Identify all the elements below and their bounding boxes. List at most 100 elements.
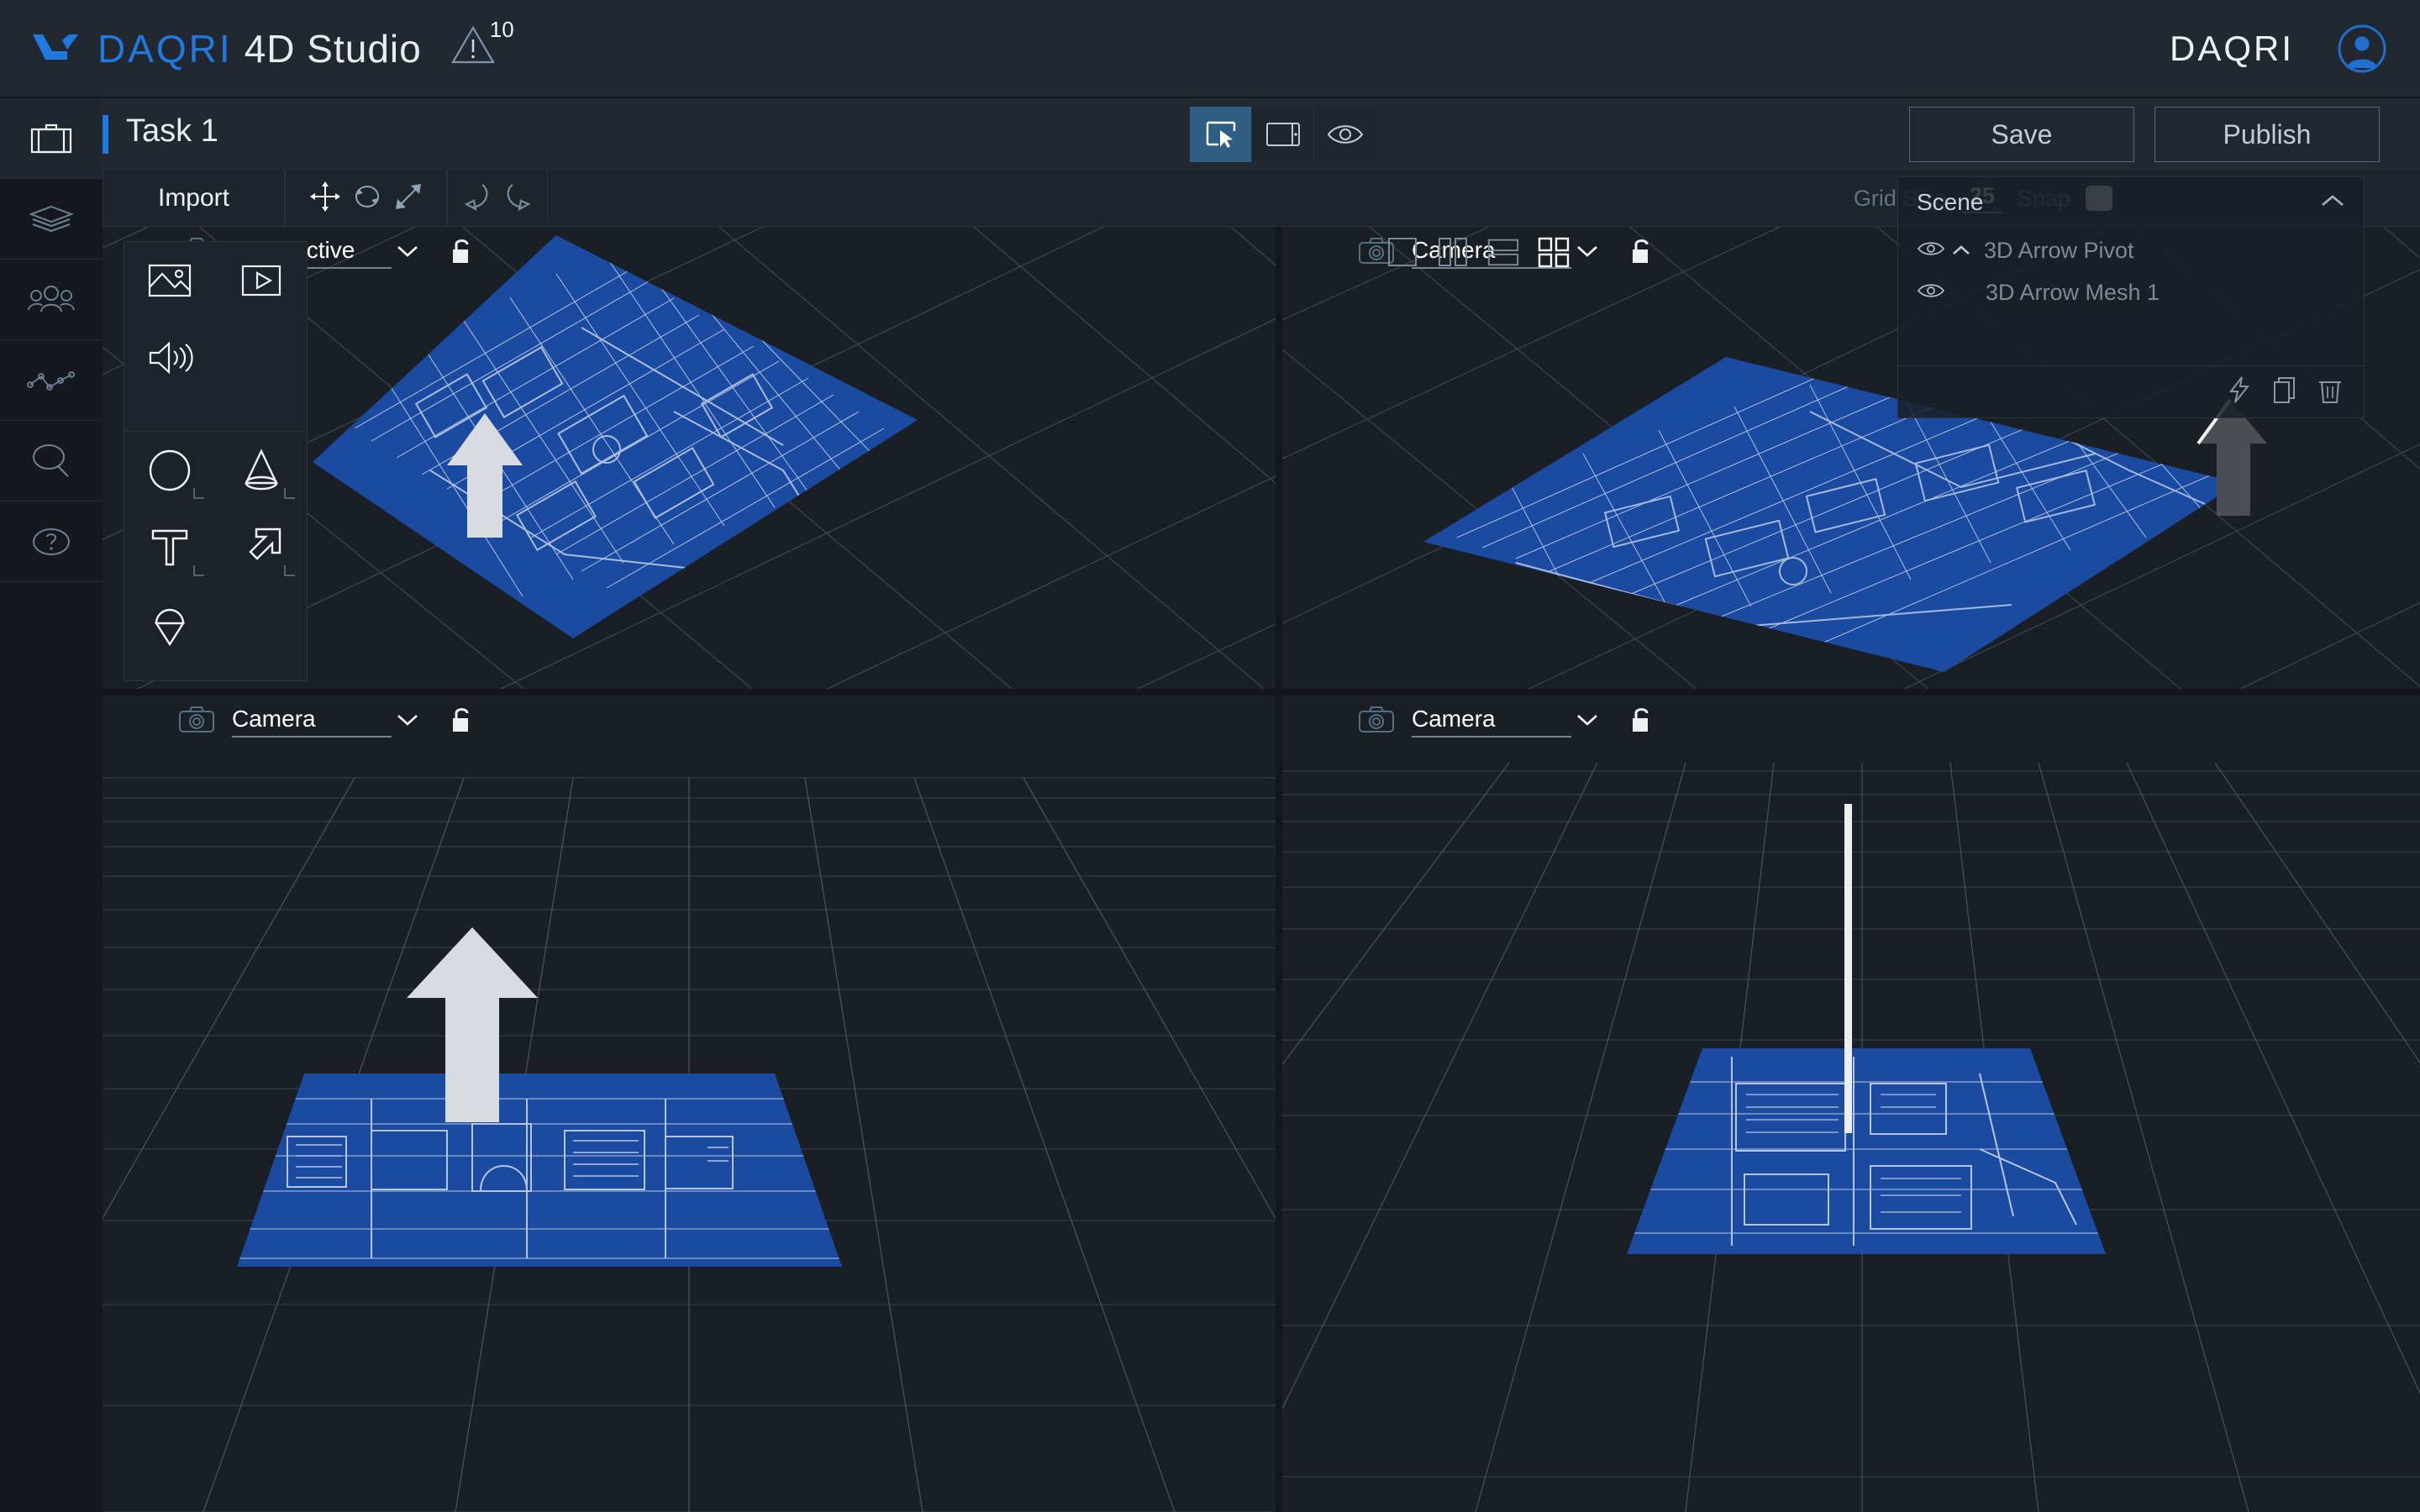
sidebar-item-analytics[interactable] (0, 340, 103, 421)
eye-preview-icon (1327, 125, 1364, 144)
undo-button[interactable] (462, 181, 491, 217)
chevron-down-icon[interactable] (395, 711, 420, 732)
viewport-header-bl: Camera (103, 696, 1276, 748)
line-chart-icon (27, 370, 75, 391)
scene-action-duplicate[interactable] (2273, 375, 2296, 408)
import-primitives-panel (124, 432, 308, 681)
add-arrow[interactable] (216, 509, 308, 586)
add-sphere[interactable] (124, 432, 216, 509)
eye-visible-icon[interactable] (1917, 240, 1947, 261)
viewport-bottom-left[interactable] (103, 696, 1276, 1512)
history-tool-group (447, 170, 548, 227)
cone-icon (244, 449, 278, 491)
viewport-bottom-right[interactable] (1282, 696, 2420, 1512)
warning-indicator[interactable]: 10 (450, 17, 514, 74)
import-video[interactable] (216, 242, 308, 319)
mode-preview[interactable] (1314, 107, 1376, 162)
header-right-block: DAQRI (2170, 24, 2420, 73)
layout-two-rows-icon (1487, 239, 1519, 266)
camera-select-br[interactable]: Camera (1412, 706, 1571, 738)
chevron-down-icon[interactable] (395, 243, 420, 264)
import-label: Import (157, 184, 230, 212)
warning-count-badge: 10 (489, 16, 514, 42)
view-mode-group (1190, 107, 1376, 162)
scene-panel-header: Scene (1898, 177, 2364, 228)
scene-item-label: 3D Arrow Mesh 1 (1986, 279, 2160, 305)
import-button[interactable]: Import (103, 170, 285, 227)
tool-scale[interactable] (392, 181, 424, 217)
layout-button-group (1385, 235, 1571, 269)
arrow-expand-corner-icon[interactable] (284, 565, 295, 576)
layout-two-columns[interactable] (1435, 235, 1470, 269)
scene-item-label: 3D Arrow Pivot (1984, 237, 2134, 263)
tool-move[interactable] (308, 180, 342, 218)
eye-visible-icon[interactable] (1917, 282, 1947, 303)
unlocked-padlock-icon[interactable] (1630, 237, 1652, 270)
layers-icon (29, 205, 74, 232)
layout-quad-icon (1538, 237, 1570, 268)
sphere-expand-corner-icon[interactable] (192, 488, 204, 499)
unlocked-padlock-icon[interactable] (450, 706, 472, 738)
brand-name-primary: DAQRI (97, 26, 233, 71)
arrow-3d-object-tl[interactable] (439, 410, 531, 544)
camera-select-bl[interactable]: Camera (232, 706, 392, 738)
add-marker[interactable] (124, 586, 216, 664)
header-actions: Save Publish (1909, 107, 2380, 162)
mode-edit[interactable] (1190, 107, 1252, 162)
tool-rotate[interactable] (350, 180, 384, 218)
transform-tool-group (285, 170, 447, 227)
cone-expand-corner-icon[interactable] (284, 488, 295, 499)
brand-name-right: DAQRI (2169, 28, 2294, 68)
sidebar-item-search[interactable] (0, 421, 103, 501)
app-header: DAQRI 4D Studio 10 DAQRI (0, 0, 2420, 98)
sidebar-item-team[interactable] (0, 260, 103, 340)
scene-hierarchy-panel: Scene 3D Arrow Pivot 3D Arrow Mesh 1 (1897, 176, 2365, 418)
import-image[interactable] (124, 242, 216, 319)
mode-device-preview[interactable] (1252, 107, 1314, 162)
arrow-3d-object-br[interactable] (1833, 801, 1866, 1137)
add-text[interactable] (124, 509, 216, 586)
add-cone[interactable] (216, 432, 308, 509)
redo-button[interactable] (504, 181, 533, 217)
import-row-media-2 (124, 319, 307, 396)
tablet-device-icon (1265, 123, 1300, 146)
layout-single[interactable] (1385, 235, 1420, 269)
brand-block: DAQRI 4D Studio 10 (0, 17, 514, 74)
chevron-down-icon[interactable] (1575, 243, 1600, 264)
layout-quad[interactable] (1536, 235, 1571, 269)
scene-action-delete[interactable] (2318, 375, 2342, 408)
camera-icon (1358, 705, 1395, 739)
scene-item-arrow-mesh[interactable]: 3D Arrow Mesh 1 (1898, 271, 2364, 313)
user-avatar-icon[interactable] (2338, 24, 2386, 73)
warning-triangle-icon (450, 25, 495, 63)
redo-arrow-icon (507, 183, 531, 211)
people-group-icon (28, 285, 75, 312)
primitive-empty-slot (216, 586, 308, 664)
sidebar-item-projects[interactable] (0, 98, 103, 179)
sidebar-item-help[interactable] (0, 501, 103, 582)
scene-action-trigger[interactable] (2228, 375, 2251, 408)
scene-item-arrow-pivot[interactable]: 3D Arrow Pivot (1898, 229, 2364, 271)
unlocked-padlock-icon[interactable] (1630, 706, 1652, 738)
publish-button[interactable]: Publish (2154, 107, 2380, 162)
chevron-up-icon[interactable] (2318, 192, 2347, 213)
daqri-logo-icon[interactable] (30, 29, 81, 68)
unlocked-padlock-icon[interactable] (450, 237, 472, 270)
page-title: Task 1 (126, 113, 218, 149)
layout-two-rows[interactable] (1486, 235, 1521, 269)
arrow-3d-object-bl[interactable] (397, 921, 548, 1131)
text-expand-corner-icon[interactable] (192, 565, 204, 576)
scale-diagonal-icon (395, 183, 421, 209)
chevron-down-icon[interactable] (1575, 711, 1600, 732)
chevron-up-icon[interactable] (1947, 244, 1975, 257)
scene-panel-title: Scene (1917, 189, 1984, 215)
video-play-icon (241, 265, 281, 297)
search-magnifier-icon (33, 444, 69, 477)
select-cursor-icon (1206, 121, 1235, 148)
undo-arrow-icon (464, 183, 488, 211)
import-audio[interactable] (124, 319, 216, 396)
briefcase-icon (30, 123, 72, 153)
save-button[interactable]: Save (1909, 107, 2134, 162)
scene-item-list: 3D Arrow Pivot 3D Arrow Mesh 1 (1898, 228, 2364, 313)
sidebar-item-layers[interactable] (0, 179, 103, 260)
